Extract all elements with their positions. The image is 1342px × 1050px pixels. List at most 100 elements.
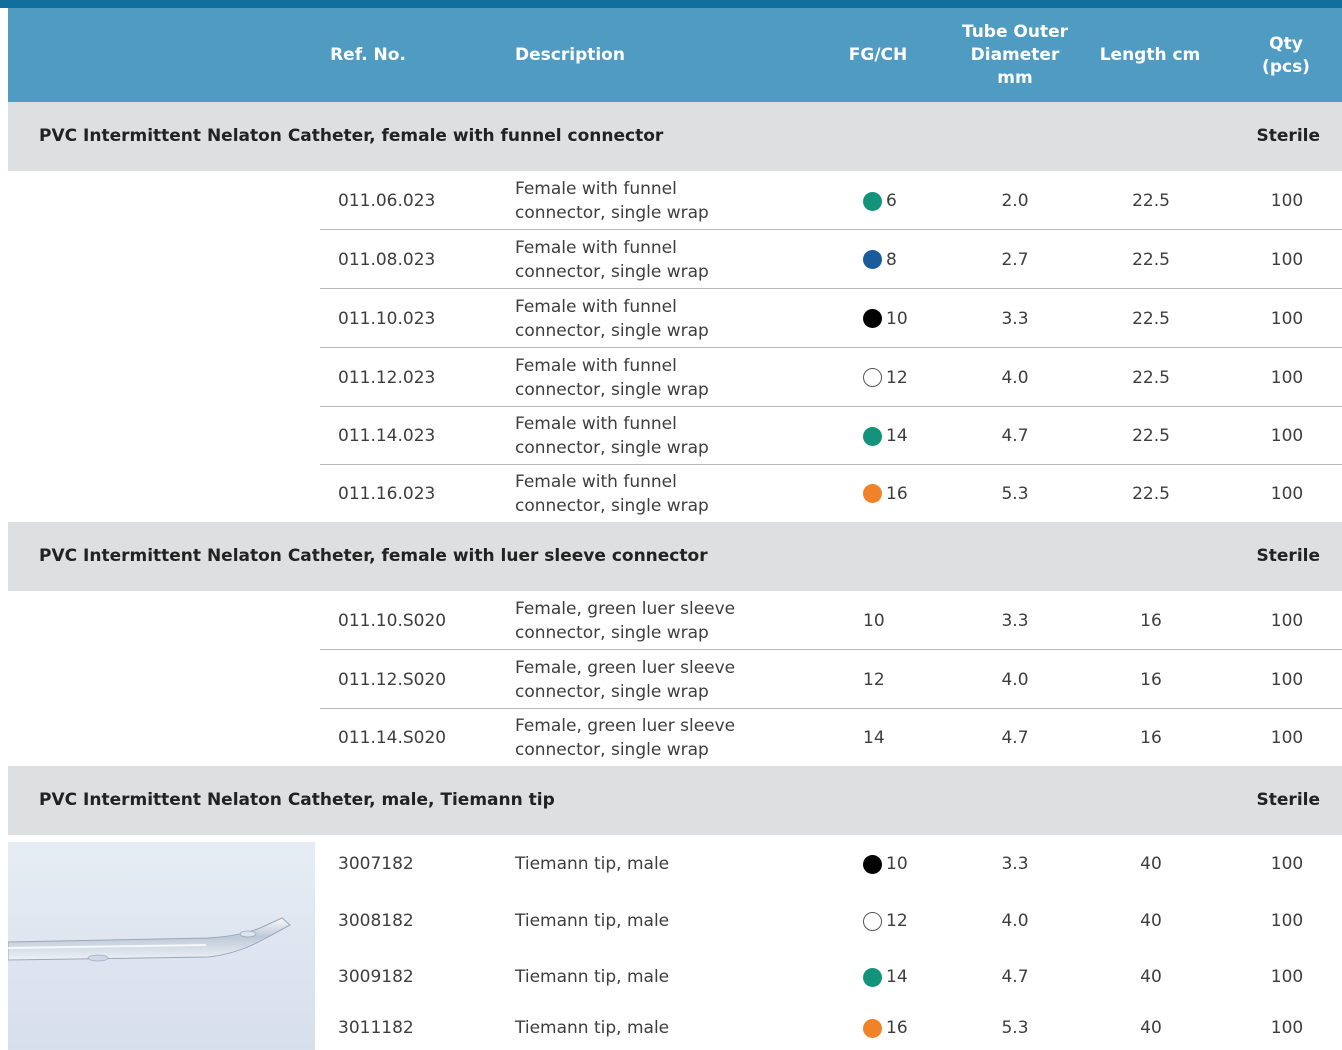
description: Female with funnel connector, single wrap [515, 290, 785, 347]
description-line: Female, green luer sleeve [515, 657, 736, 678]
header-od-line3: mm [997, 68, 1033, 88]
quantity: 100 [1270, 967, 1304, 987]
outer-diameter: 5.3 [1001, 1018, 1029, 1038]
table-row: 3007182 Tiemann tip, male 10 3.3 40 100 [320, 836, 1342, 892]
length: 22.5 [1132, 308, 1170, 329]
fg-size: 6 [863, 173, 897, 229]
length: 22.5 [1132, 249, 1170, 270]
quantity: 100 [1270, 854, 1304, 874]
fg-value: 10 [886, 308, 908, 329]
quantity: 100 [1270, 728, 1304, 748]
description: Female with funnel connector, single wrap [515, 349, 785, 406]
outer-diameter: 4.0 [1001, 367, 1029, 388]
sterile-label: Sterile [1256, 546, 1320, 566]
quantity: 100 [1270, 191, 1304, 211]
sterile-label: Sterile [1256, 126, 1320, 146]
color-code-dot [863, 967, 882, 987]
color-code-dot [863, 309, 882, 328]
color-code-dot [863, 426, 882, 446]
outer-diameter: 5.3 [1001, 483, 1029, 504]
fg-value: 12 [886, 367, 908, 388]
fg-value: 10 [886, 854, 908, 874]
color-code-dot [863, 250, 882, 269]
outer-diameter: 2.7 [1001, 249, 1029, 270]
fg-size: 12 [863, 349, 908, 406]
description-line: connector, single wrap [515, 320, 709, 341]
table-row: 011.06.023 Female with funnel connector, … [320, 173, 1342, 230]
header-od-line1: Tube Outer [961, 22, 1069, 42]
length: 40 [1140, 911, 1162, 931]
header-ref: Ref. No. [330, 45, 406, 65]
quantity: 100 [1270, 367, 1304, 388]
outer-diameter: 4.7 [1001, 967, 1029, 987]
fg-size: 14 [863, 949, 908, 1005]
fg-value: 8 [886, 249, 897, 270]
description-line: Female with funnel [515, 355, 677, 376]
fg-value: 14 [863, 728, 885, 748]
description-line: Female with funnel [515, 179, 677, 199]
description: Female with funnel connector, single wrap [515, 466, 785, 521]
description-line: Female with funnel [515, 237, 677, 258]
fg-size: 16 [863, 1006, 908, 1050]
header-length: Length cm [1099, 45, 1201, 65]
ref-number: 011.12.S020 [338, 669, 447, 690]
fg-value: 12 [863, 669, 885, 690]
length: 16 [1140, 610, 1162, 631]
table-row: 011.08.023 Female with funnel connector, … [320, 231, 1342, 289]
header-od-line2: Diameter [970, 45, 1060, 65]
length: 40 [1140, 1018, 1162, 1038]
header-qty-line2: (pcs) [1262, 57, 1310, 77]
table-row: 011.10.023 Female with funnel connector, … [320, 290, 1342, 348]
description-line: Female with funnel [515, 296, 677, 317]
header-description: Description [515, 45, 625, 65]
sterile-label: Sterile [1256, 790, 1320, 810]
outer-diameter: 4.0 [1001, 911, 1029, 931]
quantity: 100 [1270, 610, 1304, 631]
header-fg-ch: FG/CH [848, 45, 908, 65]
color-code-dot [863, 368, 882, 387]
description: Female, green luer sleeve connector, sing… [515, 710, 785, 766]
outer-diameter: 3.3 [1001, 854, 1029, 874]
ref-number: 3008182 [338, 911, 414, 931]
section-header-tiemann: PVC Intermittent Nelaton Catheter, male,… [8, 766, 1342, 835]
top-accent-stripe [0, 0, 1342, 8]
table-row: 011.10.S020 Female, green luer sleeve con… [320, 592, 1342, 650]
table-row: 011.12.S020 Female, green luer sleeve con… [320, 651, 1342, 709]
quantity: 100 [1270, 426, 1304, 446]
outer-diameter: 4.7 [1001, 426, 1029, 446]
description-line: connector, single wrap [515, 438, 709, 458]
description: Tiemann tip, male [515, 1018, 670, 1038]
quantity: 100 [1270, 1018, 1304, 1038]
fg-value: 12 [886, 911, 908, 931]
outer-diameter: 4.7 [1001, 728, 1029, 748]
ref-number: 011.14.023 [338, 426, 436, 446]
description-line: connector, single wrap [515, 379, 709, 400]
fg-size: 10 [863, 290, 908, 347]
quantity: 100 [1270, 249, 1304, 270]
ref-number: 011.16.023 [338, 483, 436, 504]
fg-size: 8 [863, 231, 897, 288]
table-row: 3009182 Tiemann tip, male 14 4.7 40 100 [320, 949, 1342, 1005]
fg-value: 10 [863, 610, 885, 631]
length: 16 [1140, 728, 1162, 748]
description-line: connector, single wrap [515, 622, 709, 643]
description: Female with funnel connector, single wrap [515, 408, 785, 464]
description: Female with funnel connector, single wrap [515, 231, 785, 288]
description: Tiemann tip, male [515, 854, 670, 874]
table-header: Ref. No. Description FG/CH Tube Outer Di… [8, 8, 1342, 102]
description: Tiemann tip, male [515, 967, 670, 987]
color-code-dot [863, 854, 882, 874]
ref-number: 3011182 [338, 1018, 414, 1038]
color-code-dot [863, 1018, 882, 1038]
description: Female with funnel connector, single wrap [515, 173, 785, 229]
description-line: connector, single wrap [515, 740, 709, 760]
outer-diameter: 3.3 [1001, 610, 1029, 631]
table-row: 011.16.023 Female with funnel connector, … [320, 466, 1342, 521]
color-code-dot [863, 191, 882, 211]
description: Tiemann tip, male [515, 911, 670, 931]
section-header-luer: PVC Intermittent Nelaton Catheter, femal… [8, 522, 1342, 591]
description-line: connector, single wrap [515, 681, 709, 702]
table-row: 011.12.023 Female with funnel connector, … [320, 349, 1342, 407]
ref-number: 011.06.023 [338, 191, 436, 211]
length: 40 [1140, 967, 1162, 987]
